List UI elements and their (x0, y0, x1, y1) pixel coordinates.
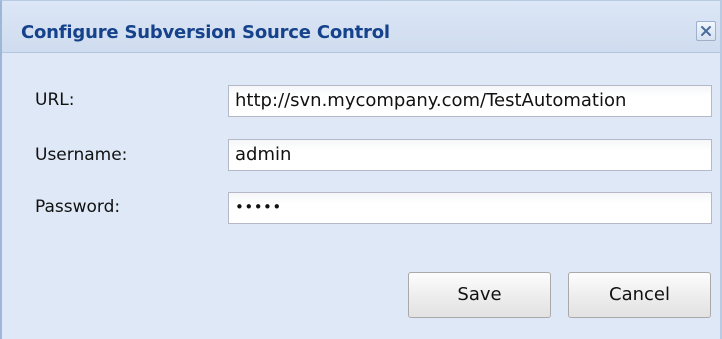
close-icon (701, 26, 711, 36)
password-label: Password: (35, 197, 121, 217)
cancel-button-label: Cancel (609, 284, 670, 305)
dialog-titlebar[interactable]: Configure Subversion Source Control (2, 1, 720, 53)
url-input-value: http://svn.mycompany.com/TestAutomation (235, 90, 627, 111)
close-button[interactable] (696, 21, 716, 41)
url-label: URL: (35, 90, 75, 110)
save-button[interactable]: Save (408, 272, 551, 318)
username-input[interactable]: admin (228, 139, 712, 171)
cancel-button[interactable]: Cancel (568, 272, 711, 318)
username-input-value: admin (235, 144, 292, 165)
url-input[interactable]: http://svn.mycompany.com/TestAutomation (228, 85, 712, 117)
password-input-value: ••••• (235, 198, 282, 216)
save-button-label: Save (457, 284, 502, 305)
configure-svn-dialog: Configure Subversion Source Control URL:… (0, 0, 722, 339)
dialog-title: Configure Subversion Source Control (21, 22, 390, 43)
username-label: Username: (35, 145, 128, 165)
password-input[interactable]: ••••• (228, 192, 712, 224)
